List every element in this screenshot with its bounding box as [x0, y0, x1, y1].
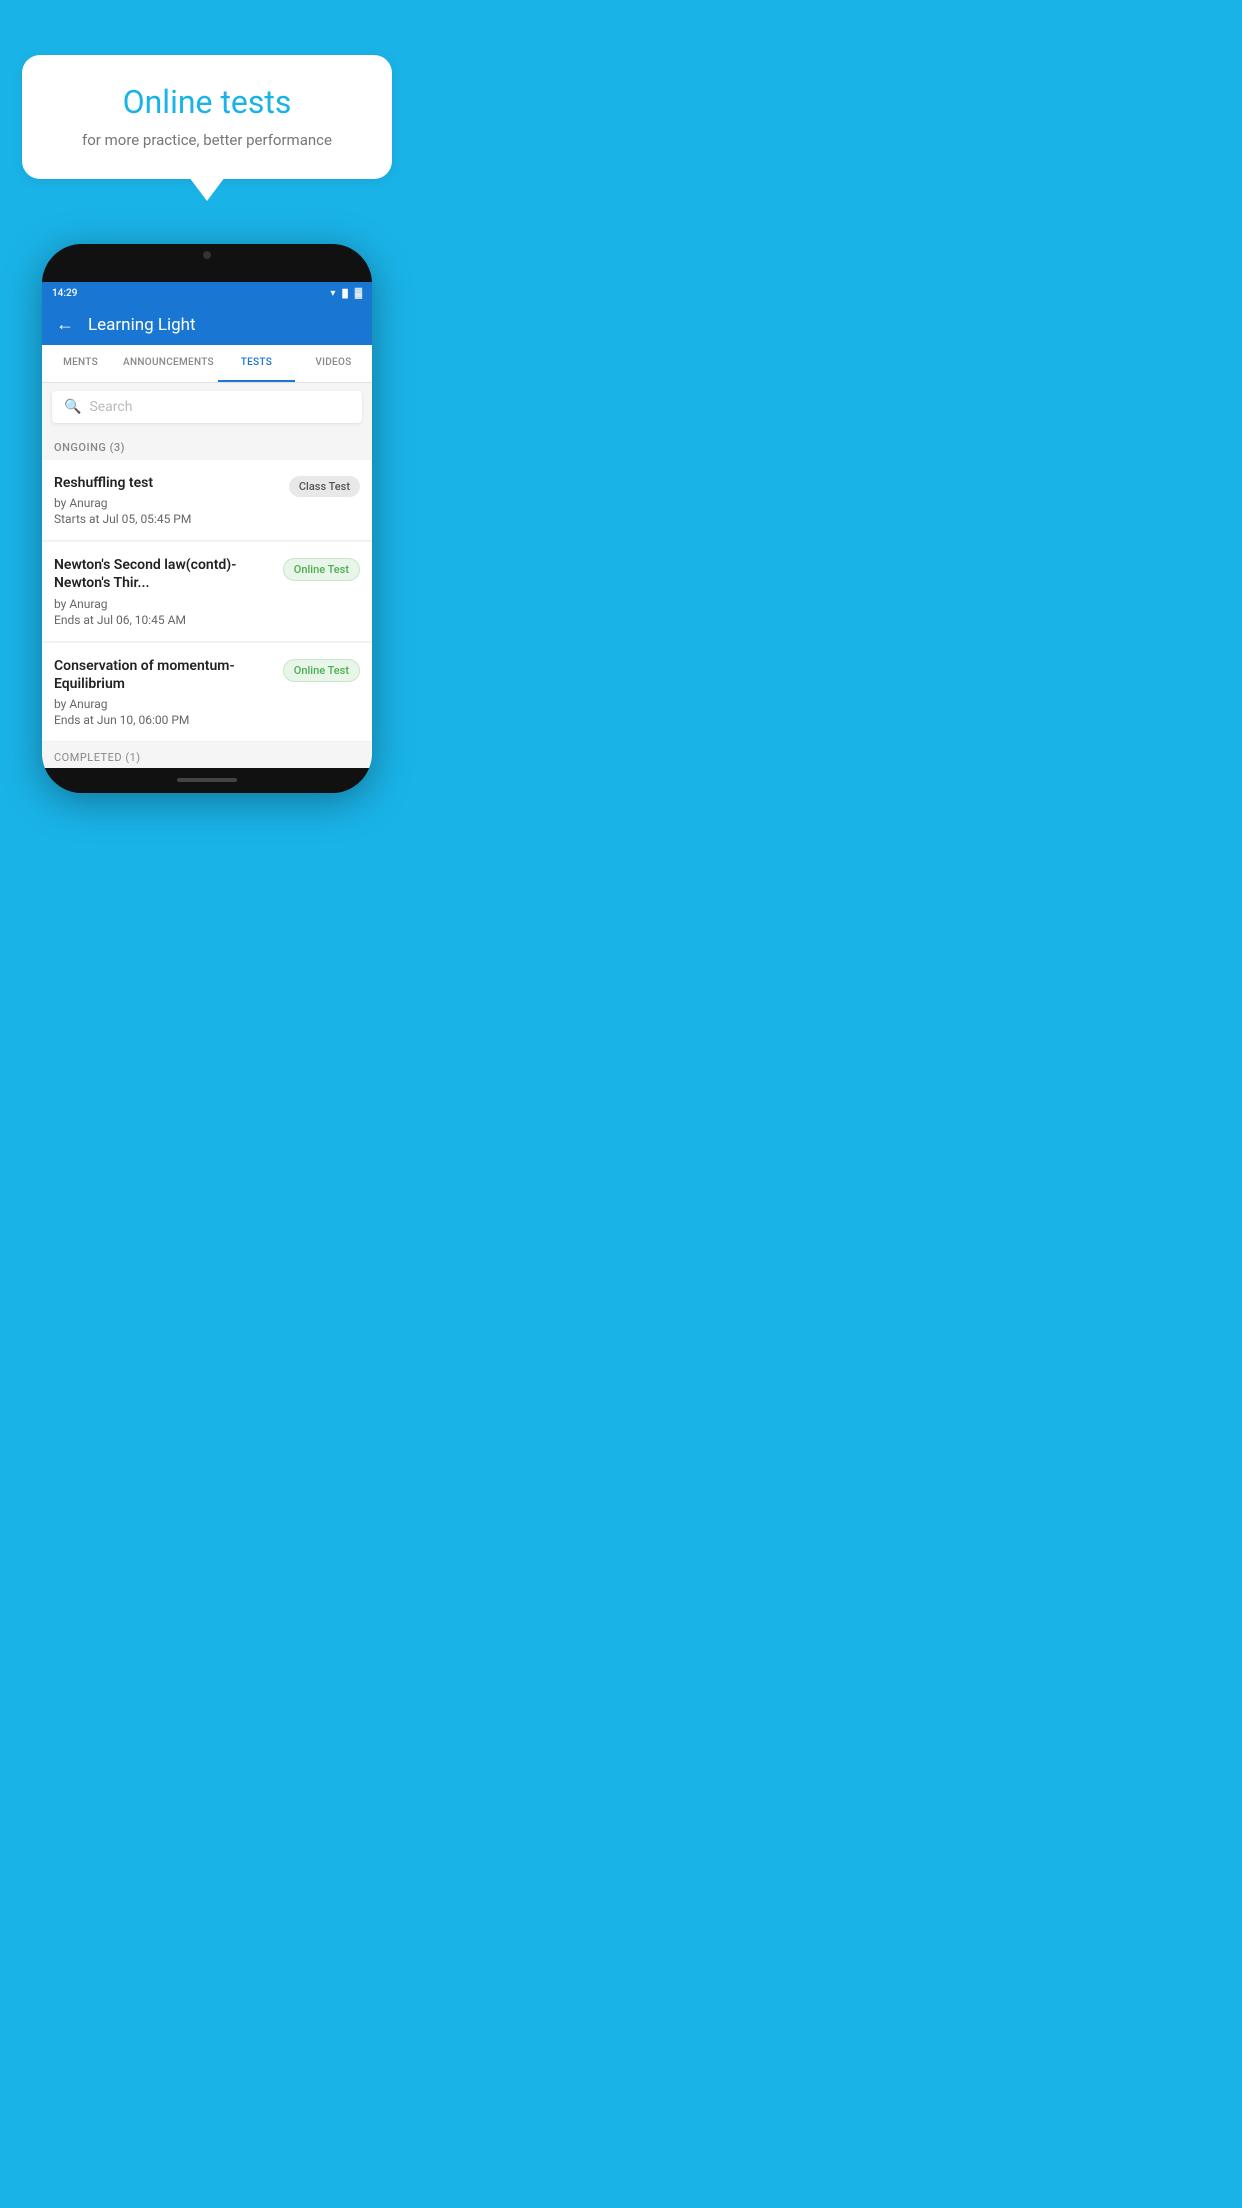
test-time-1: Starts at Jul 05, 05:45 PM [54, 512, 279, 526]
tab-tests[interactable]: TESTS [218, 345, 295, 382]
tab-videos[interactable]: VIDEOS [295, 345, 372, 382]
test-author-3: by Anurag [54, 697, 273, 711]
home-indicator [177, 778, 237, 782]
test-info-1: Reshuffling test by Anurag Starts at Jul… [54, 474, 289, 526]
test-title-1: Reshuffling test [54, 474, 279, 492]
signal-icon [339, 288, 350, 299]
back-button[interactable]: ← [56, 314, 74, 335]
battery-icon [355, 288, 362, 299]
test-author-2: by Anurag [54, 597, 273, 611]
test-item-2[interactable]: Newton's Second law(contd)-Newton's Thir… [42, 542, 372, 641]
badge-online-test-2: Online Test [283, 558, 360, 581]
test-title-3: Conservation of momentum-Equilibrium [54, 657, 273, 693]
tab-announcements[interactable]: ANNOUNCEMENTS [119, 345, 218, 382]
test-time-3: Ends at Jun 10, 06:00 PM [54, 713, 273, 727]
completed-section-header: COMPLETED (1) [42, 743, 372, 768]
phone-frame: 14:29 ← Learning Light MENTS ANNOUNCEMEN… [42, 244, 372, 793]
wifi-icon [330, 288, 335, 299]
speech-bubble: Online tests for more practice, better p… [22, 55, 392, 179]
phone-top [42, 244, 372, 282]
status-icons [330, 288, 362, 299]
search-placeholder: Search [89, 399, 132, 415]
test-item-3[interactable]: Conservation of momentum-Equilibrium by … [42, 643, 372, 742]
search-box[interactable]: 🔍 Search [52, 391, 362, 423]
speech-bubble-container: Online tests for more practice, better p… [22, 55, 392, 179]
phone-screen: 🔍 Search ONGOING (3) Reshuffling test by… [42, 383, 372, 768]
bubble-title: Online tests [52, 83, 362, 121]
app-header: ← Learning Light [42, 304, 372, 345]
badge-class-test-1: Class Test [289, 476, 360, 497]
camera-dot [203, 251, 211, 259]
test-title-2: Newton's Second law(contd)-Newton's Thir… [54, 556, 273, 592]
status-time: 14:29 [52, 288, 77, 299]
test-time-2: Ends at Jul 06, 10:45 AM [54, 613, 273, 627]
phone-bottom [42, 768, 372, 793]
search-container: 🔍 Search [42, 383, 372, 431]
tab-ments[interactable]: MENTS [42, 345, 119, 382]
bubble-subtitle: for more practice, better performance [52, 131, 362, 149]
ongoing-section-header: ONGOING (3) [42, 431, 372, 460]
app-title: Learning Light [88, 315, 196, 335]
status-bar: 14:29 [42, 282, 372, 304]
search-icon: 🔍 [64, 399, 81, 415]
phone-notch [167, 244, 247, 266]
test-author-1: by Anurag [54, 496, 279, 510]
test-info-2: Newton's Second law(contd)-Newton's Thir… [54, 556, 283, 626]
test-item-1[interactable]: Reshuffling test by Anurag Starts at Jul… [42, 460, 372, 541]
test-info-3: Conservation of momentum-Equilibrium by … [54, 657, 283, 727]
badge-online-test-3: Online Test [283, 659, 360, 682]
tabs-container: MENTS ANNOUNCEMENTS TESTS VIDEOS [42, 345, 372, 383]
